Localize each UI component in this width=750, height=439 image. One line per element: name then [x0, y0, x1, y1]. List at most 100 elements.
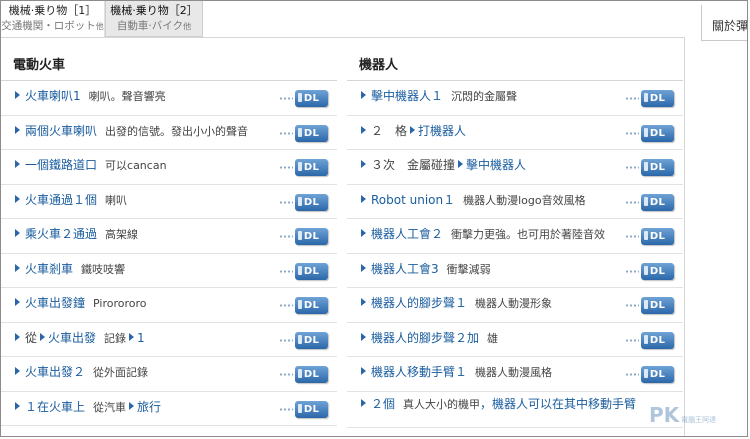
list-item: 兩個火車喇叭 出發的信號。發出小小的聲音 DL: [1, 116, 337, 150]
download-button[interactable]: DL: [279, 228, 329, 245]
arrow-icon: [15, 194, 20, 203]
list-item: 從火車出發 記錄 1 DL: [1, 323, 337, 357]
tab-title: 機械·乗り物［1］: [8, 4, 97, 17]
download-badge: DL: [295, 193, 328, 211]
inline-link[interactable]: ，機器人可以在其中移動手臂: [480, 397, 636, 411]
sound-title-link[interactable]: １在火車上: [25, 400, 85, 414]
arrow-icon: [361, 229, 366, 237]
sound-entry: 機器人工會3 衝擊減弱: [361, 263, 491, 275]
list-item: Robot union１ 機器人動漫logo音效風格 DL: [347, 185, 683, 219]
sound-title-link[interactable]: 火車剎車: [25, 262, 73, 276]
dots-icon: [279, 373, 293, 376]
sound-description: 機器人動漫logo音效風格: [463, 193, 586, 207]
sound-entry: 火車出發鐘 Pirorororo: [15, 297, 147, 309]
download-badge: DL: [641, 90, 674, 107]
arrow-icon: [15, 298, 20, 306]
inline-link[interactable]: 旅行: [137, 400, 161, 414]
download-button[interactable]: DL: [625, 297, 675, 314]
download-button[interactable]: DL: [279, 262, 329, 280]
list-item: 機器人移動手臂１ 機器人動漫風格 DL: [347, 357, 683, 392]
download-badge: DL: [295, 124, 328, 142]
sound-title-link[interactable]: 一個鐵路道口: [25, 158, 97, 172]
sound-entry: 機器人的腳步聲１ 機器人動漫形象: [361, 297, 552, 309]
sound-title-link[interactable]: 火車出發２: [25, 365, 85, 379]
dots-icon: [625, 97, 639, 100]
download-button[interactable]: DL: [279, 124, 329, 142]
sound-title-link[interactable]: 擊中機器人: [466, 158, 526, 172]
download-button[interactable]: DL: [279, 400, 329, 418]
sound-title-link[interactable]: 機器人移動手臂１: [371, 365, 467, 379]
arrow-icon: [15, 160, 20, 168]
column-heading: 機器人: [347, 37, 683, 81]
tab-machines-2[interactable]: 機械·乗り物［2］ 自動車·バイク他: [105, 1, 203, 37]
download-badge: DL: [295, 262, 328, 280]
sound-entry: 乘火車２通過 高架線: [15, 228, 138, 240]
sound-title-link[interactable]: 擊中機器人１: [371, 89, 443, 103]
download-button[interactable]: DL: [279, 193, 329, 211]
download-badge: DL: [641, 193, 674, 211]
list-item: ２ 格打機器人 DL: [347, 116, 683, 150]
arrow-icon: [361, 298, 366, 306]
column-electric-train: 電動火車 火車喇叭1 喇叭。聲音響亮 DL 兩個火車喇叭 出發的信號。發出小小的聲音 DL…: [1, 37, 337, 426]
sound-description: 從汽車: [93, 400, 127, 414]
download-button[interactable]: DL: [625, 90, 675, 107]
sound-title-link[interactable]: 打機器人: [418, 124, 466, 138]
sound-title-link[interactable]: 機器人工會3: [371, 262, 439, 276]
sound-title-link[interactable]: Robot union１: [371, 193, 455, 207]
tab-subtitle: 自動車·バイク他: [116, 19, 192, 32]
download-button[interactable]: DL: [625, 159, 675, 176]
sound-title-link[interactable]: 乘火車２通過: [25, 227, 97, 241]
sound-title-link[interactable]: 機器人工會２: [371, 227, 443, 241]
list-item: 機器人的腳步聲１ 機器人動漫形象 DL: [347, 288, 683, 323]
download-button[interactable]: DL: [279, 297, 329, 314]
arrow-icon: [15, 91, 20, 99]
download-button[interactable]: DL: [279, 90, 329, 107]
sound-title-link[interactable]: ２個: [371, 397, 395, 411]
download-button[interactable]: DL: [625, 193, 675, 211]
download-button[interactable]: DL: [625, 262, 675, 280]
download-button[interactable]: DL: [279, 159, 329, 176]
download-badge: DL: [641, 124, 674, 142]
list-item: 機器人工會3 衝擊減弱 DL: [347, 254, 683, 288]
download-button[interactable]: DL: [625, 331, 675, 349]
sound-entry: 火車喇叭1 喇叭。聲音響亮: [15, 90, 166, 102]
sound-description: 喇叭: [105, 193, 128, 207]
dots-icon: [625, 200, 639, 204]
arrow-icon: [129, 401, 135, 410]
dots-icon: [279, 97, 293, 100]
list-item: ２個 真人大小的機甲，機器人可以在其中移動手臂: [347, 392, 683, 428]
sound-title-link[interactable]: 機器人的腳步聲１: [371, 296, 467, 310]
download-button[interactable]: DL: [625, 228, 675, 245]
download-button[interactable]: DL: [625, 366, 675, 383]
download-badge: DL: [295, 90, 328, 107]
dots-icon: [625, 373, 639, 376]
sound-title-link[interactable]: 火車通過１個: [25, 193, 97, 207]
watermark-logo: PK 電腦王阿達: [649, 403, 717, 427]
sound-description: 從外面記錄: [93, 366, 149, 379]
list-item: １在火車上 從汽車 旅行 DL: [1, 392, 337, 426]
sound-entry: 機器人的腳步聲２加雄: [361, 332, 498, 344]
tab-title: 機械·乗り物［2］: [110, 4, 198, 17]
sound-entry: ３次 金屬碰撞 擊中機器人: [361, 159, 526, 171]
sound-title-link[interactable]: 機器人的腳步聲２加: [371, 331, 479, 345]
sound-title-link[interactable]: 火車出發鐘: [25, 296, 85, 310]
tab-machines-1[interactable]: 機械·乗り物［1］ 交通機関・ロボット他: [1, 1, 105, 37]
sound-title-link[interactable]: 火車喇叭1: [25, 89, 81, 103]
sound-entry: 一個鐵路道口 可以cancan: [15, 159, 167, 171]
download-button[interactable]: DL: [625, 124, 675, 142]
sound-title-link[interactable]: 兩個火車喇叭: [25, 124, 97, 138]
sidebar-about-link[interactable]: 關於彈: [701, 5, 747, 41]
sound-entry: 從火車出發 記錄 1: [15, 332, 145, 344]
arrow-icon: [15, 332, 20, 341]
sound-title-link[interactable]: 火車出發: [48, 331, 96, 345]
arrow-icon: [361, 332, 366, 341]
dots-icon: [625, 235, 639, 238]
download-button[interactable]: DL: [279, 366, 329, 383]
sound-description: 鐵吱吱響: [81, 262, 126, 276]
sound-description: Pirorororo: [93, 297, 147, 310]
inline-link[interactable]: 1: [137, 331, 145, 345]
download-badge: DL: [295, 400, 328, 418]
arrow-icon: [129, 332, 135, 341]
download-button[interactable]: DL: [279, 331, 329, 349]
sound-entry: １在火車上 從汽車 旅行: [15, 401, 161, 413]
